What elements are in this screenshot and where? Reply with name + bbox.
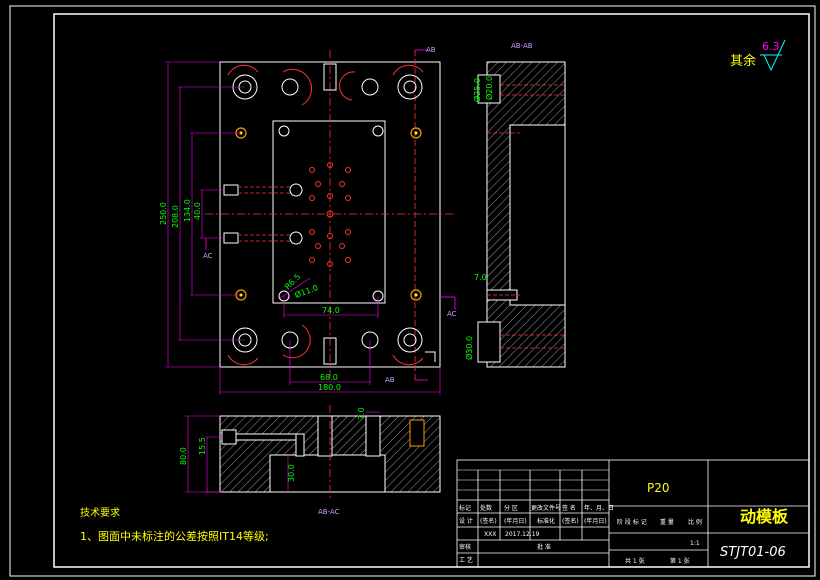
tb-weight: 重 量	[660, 518, 674, 526]
tb-scale: 1:1	[690, 540, 700, 547]
dim-s7: 7.0	[474, 273, 487, 282]
dim-d30: Ø30.0	[464, 336, 474, 360]
tb-row2-5: (签名)	[562, 517, 579, 525]
roughness-value: 6.3	[762, 40, 780, 53]
roughness-note: 其余	[730, 53, 756, 69]
dim-d20: Ø20.0	[484, 76, 494, 100]
tb-part-name: 动模板	[740, 507, 789, 526]
plan-view	[205, 50, 455, 380]
dim-d25: Ø25.0	[472, 78, 482, 102]
tb-process: 工 艺	[459, 556, 473, 564]
dim-d11: Ø11.0	[293, 282, 319, 300]
tb-col-4: 更改文件号	[531, 504, 561, 512]
dim-b30: 30.0	[287, 464, 296, 482]
dim-208: 208.0	[171, 205, 180, 228]
tb-sheet-no: 第 1 张	[670, 557, 690, 565]
tb-sheets-total: 共 1 张	[625, 557, 645, 565]
tb-col-6: 年、月、日	[584, 504, 614, 512]
tb-row2-3: (年月日)	[504, 517, 527, 525]
tb-drawing-no: STJT01-06	[720, 545, 786, 560]
tb-scale-label: 比 例	[688, 518, 702, 526]
tech-title: 技术要求	[80, 506, 120, 519]
tb-col-3: 分 区	[504, 504, 518, 512]
tb-row2-2: (签名)	[480, 517, 497, 525]
tb-col-2: 处数	[480, 504, 492, 512]
tb-stage: 阶 段 标 记	[617, 518, 647, 526]
tb-row2-4: 标准化	[537, 517, 555, 525]
tb-designer: XXX	[484, 531, 496, 538]
dim-b7: 7.0	[357, 407, 366, 420]
cad-drawing: 其余 6.3 250.0 208.0 134.0 40.0 180.0 68.0…	[9, 5, 816, 577]
section-label-bottom: AB-AC	[318, 508, 340, 516]
bottom-section-view: AB-AC	[219, 405, 441, 516]
tb-material: P20	[647, 481, 670, 495]
dim-68: 68.0	[320, 373, 338, 382]
tb-col-5: 签 名	[562, 504, 576, 512]
tech-item-1: 1、图面中未标注的公差按照IT14等级;	[80, 529, 269, 543]
dim-180: 180.0	[318, 383, 341, 392]
cut-ab-top: AB	[426, 46, 436, 54]
dim-134: 134.0	[183, 199, 192, 222]
tb-approve: 批 准	[537, 543, 551, 551]
dim-250: 250.0	[159, 202, 168, 225]
tb-audit: 审核	[459, 543, 471, 551]
dim-40: 40.0	[193, 202, 202, 220]
dim-b80: 80.0	[179, 447, 188, 465]
section-label-top: AB-AB	[511, 42, 533, 50]
dim-74: 74.0	[322, 306, 340, 315]
tb-date: 2017.12.19	[505, 531, 540, 538]
cut-ac-left: AC	[203, 252, 213, 260]
cavity-outline	[272, 120, 386, 304]
cut-ab-bottom: AB	[385, 376, 395, 384]
dim-b15: 15.5	[198, 437, 207, 455]
tb-row2-1: 设 计	[459, 517, 473, 525]
cut-ac-right: AC	[447, 310, 457, 318]
tb-col-1: 标记	[459, 504, 471, 512]
tb-row2-6: (年月日)	[584, 517, 607, 525]
